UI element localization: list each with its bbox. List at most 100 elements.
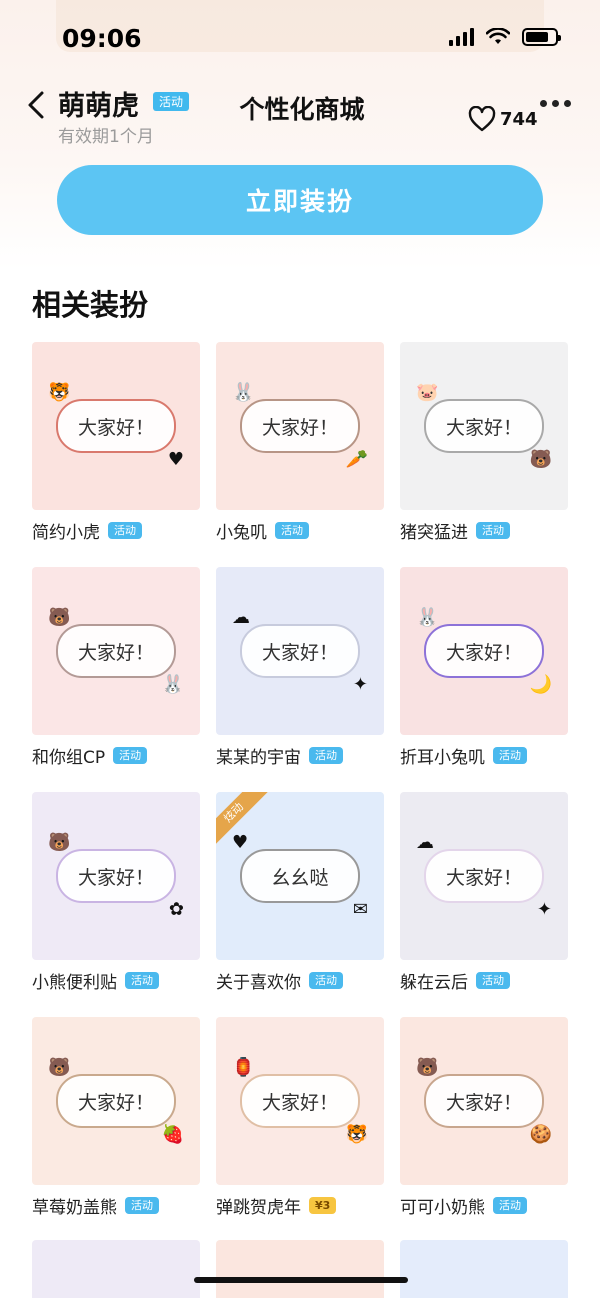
item-name: 弹跳贺虎年 <box>216 1197 301 1218</box>
item-thumbnail[interactable]: 炫动 幺幺哒 ♥ ✉ <box>216 792 384 960</box>
partial-thumb[interactable] <box>400 1240 568 1298</box>
signal-icon <box>449 28 474 46</box>
item-name: 简约小虎 <box>32 522 100 543</box>
preview-bubble: 大家好！ <box>240 624 360 678</box>
decoration-icon: 🍪 <box>529 1124 552 1145</box>
decoration-icon: ✦ <box>536 899 552 920</box>
item-label-row: 简约小虎 活动 <box>32 518 200 543</box>
decoration-icon: ✉ <box>352 899 368 920</box>
preview-bubble: 大家好！ <box>424 849 544 903</box>
item-thumbnail[interactable]: 大家好！ ☁ ✦ <box>400 792 568 960</box>
status-icons <box>449 28 561 46</box>
decoration-icon: 🥕 <box>345 449 368 470</box>
item-thumbnail[interactable]: 大家好！ 🐰 🌙 <box>400 567 568 735</box>
item-thumbnail[interactable]: 大家好！ 🐻 🐰 <box>32 567 200 735</box>
preview-bubble: 大家好！ <box>56 1074 176 1128</box>
item-name: 可可小奶熊 <box>400 1197 485 1218</box>
item-card[interactable]: 炫动 幺幺哒 ♥ ✉ 关于喜欢你 活动 <box>216 792 384 993</box>
preview-bubble: 大家好！ <box>424 1074 544 1128</box>
item-card[interactable]: 大家好！ ☁ ✦ 躲在云后 活动 <box>400 792 568 993</box>
event-tag: 活动 <box>309 971 343 989</box>
item-name: 折耳小兔叽 <box>400 747 485 768</box>
preview-bubble: 大家好！ <box>56 624 176 678</box>
preview-bubble: 大家好！ <box>240 1074 360 1128</box>
decoration-icon: ✿ <box>168 899 184 920</box>
like-button[interactable]: 744 <box>468 106 538 132</box>
item-thumbnail[interactable]: 大家好！ 🐻 🍪 <box>400 1017 568 1185</box>
item-thumbnail[interactable]: 大家好！ 🏮 🐯 <box>216 1017 384 1185</box>
item-name: 猪突猛进 <box>400 522 468 543</box>
status-time: 09:06 <box>62 24 142 53</box>
event-tag: 活动 <box>125 1196 159 1214</box>
decoration-icon: 🐰 <box>416 607 439 628</box>
item-card[interactable]: 大家好！ 🐻 🐰 和你组CP 活动 <box>32 567 200 768</box>
decoration-icon: ♥ <box>232 832 249 853</box>
preview-bubble: 幺幺哒 <box>240 849 360 903</box>
preview-bubble: 大家好！ <box>56 399 176 453</box>
decoration-icon: 🌙 <box>529 674 552 695</box>
item-name: 某某的宇宙 <box>216 747 301 768</box>
preview-bubble: 大家好！ <box>56 849 176 903</box>
item-label-row: 和你组CP 活动 <box>32 743 200 768</box>
item-label-row: 躲在云后 活动 <box>400 968 568 993</box>
item-card[interactable]: 大家好！ 🏮 🐯 弹跳贺虎年 ¥3 <box>216 1017 384 1218</box>
item-thumbnail[interactable]: 大家好！ 🐰 🥕 <box>216 342 384 510</box>
item-card[interactable]: 大家好！ 🐻 ✿ 小熊便利贴 活动 <box>32 792 200 993</box>
decoration-icon: 🐯 <box>48 382 71 403</box>
decoration-icon: 🐰 <box>161 674 184 695</box>
item-label-row: 小兔叽 活动 <box>216 518 384 543</box>
preview-bubble: 大家好！ <box>424 624 544 678</box>
event-tag: 活动 <box>125 971 159 989</box>
item-name: 关于喜欢你 <box>216 972 301 993</box>
partial-thumb[interactable] <box>216 1240 384 1298</box>
heart-icon[interactable] <box>468 106 496 132</box>
item-card[interactable]: 大家好！ 🐷 🐻 猪突猛进 活动 <box>400 342 568 543</box>
decoration-icon: 🐻 <box>48 607 71 628</box>
item-card[interactable]: 大家好！ ☁ ✦ 某某的宇宙 活动 <box>216 567 384 768</box>
more-icon[interactable] <box>540 100 571 107</box>
item-card[interactable]: 大家好！ 🐻 🍪 可可小奶熊 活动 <box>400 1017 568 1218</box>
item-label-row: 草莓奶盖熊 活动 <box>32 1193 200 1218</box>
item-card[interactable]: 大家好！ 🐯 ♥ 简约小虎 活动 <box>32 342 200 543</box>
item-card[interactable]: 大家好！ 🐻 🍓 草莓奶盖熊 活动 <box>32 1017 200 1218</box>
event-tag: 活动 <box>113 746 148 764</box>
event-tag: 活动 <box>309 746 343 764</box>
wifi-icon <box>486 28 510 44</box>
like-count: 744 <box>500 108 538 130</box>
item-name: 小熊便利贴 <box>32 972 117 993</box>
preview-bubble: 大家好！ <box>424 399 544 453</box>
item-thumbnail[interactable]: 大家好！ 🐻 🍓 <box>32 1017 200 1185</box>
item-thumbnail[interactable]: 大家好！ 🐷 🐻 <box>400 342 568 510</box>
preview-bubble: 大家好！ <box>240 399 360 453</box>
decoration-icon: 🐰 <box>232 382 255 403</box>
item-name: 躲在云后 <box>400 972 468 993</box>
item-card[interactable]: 大家好！ 🐰 🌙 折耳小兔叽 活动 <box>400 567 568 768</box>
item-label-row: 弹跳贺虎年 ¥3 <box>216 1193 384 1218</box>
item-thumbnail[interactable]: 大家好！ 🐻 ✿ <box>32 792 200 960</box>
event-tag: 活动 <box>476 971 510 989</box>
item-label-row: 猪突猛进 活动 <box>400 518 568 543</box>
decoration-icon: 🐻 <box>529 449 552 470</box>
dress-up-button[interactable]: 立即装扮 <box>57 165 543 235</box>
section-title: 相关装扮 <box>32 288 149 322</box>
decoration-icon: ☁ <box>416 832 434 853</box>
item-thumbnail[interactable]: 大家好！ ☁ ✦ <box>216 567 384 735</box>
decoration-icon: 🐷 <box>416 382 439 403</box>
item-thumbnail[interactable]: 大家好！ 🐯 ♥ <box>32 342 200 510</box>
home-indicator <box>194 1277 408 1283</box>
item-card[interactable]: 大家好！ 🐰 🥕 小兔叽 活动 <box>216 342 384 543</box>
event-tag: 活动 <box>493 746 527 764</box>
partial-thumb[interactable] <box>32 1240 200 1298</box>
decoration-icon: ♥ <box>167 449 184 470</box>
decoration-icon: 🐻 <box>48 832 71 853</box>
item-label-row: 关于喜欢你 活动 <box>216 968 384 993</box>
item-name: 草莓奶盖熊 <box>32 1197 117 1218</box>
item-label-row: 折耳小兔叽 活动 <box>400 743 568 768</box>
item-label-row: 小熊便利贴 活动 <box>32 968 200 993</box>
decoration-icon: 🐯 <box>345 1124 368 1145</box>
decoration-icon: 🐻 <box>48 1057 71 1078</box>
price-tag: ¥3 <box>309 1196 337 1214</box>
decoration-icon: 🍓 <box>161 1124 184 1145</box>
battery-icon <box>522 28 561 46</box>
decoration-icon: 🐻 <box>416 1057 439 1078</box>
